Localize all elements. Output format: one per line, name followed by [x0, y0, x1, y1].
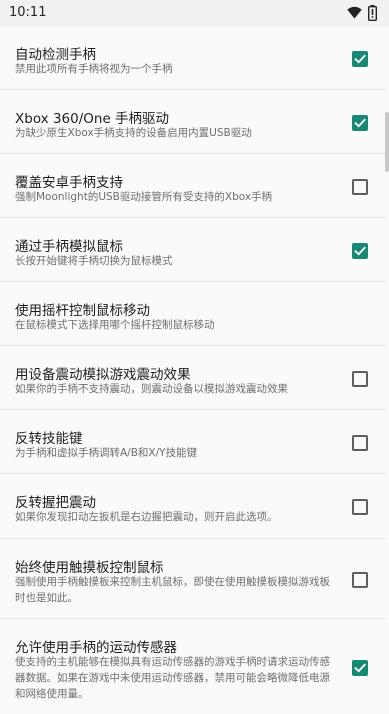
battery-icon: [368, 4, 377, 21]
setting-title: 反转握把震动: [15, 495, 96, 511]
status-bar: 10:11: [0, 0, 389, 26]
setting-summary: 长按开始键将手柄切换为鼠标模式: [15, 255, 173, 267]
setting-flip-grip-rumble[interactable]: 反转握把震动 如果你发现扣动左扳机是右边握把震动，则开启此选项。: [0, 474, 385, 539]
checkbox[interactable]: [352, 371, 368, 387]
setting-gamepad-mouse-emulation[interactable]: 通过手柄模拟鼠标 长按开始键将手柄切换为鼠标模式: [0, 218, 385, 282]
setting-title: Xbox 360/One 手柄驱动: [15, 111, 170, 127]
status-icons: [347, 4, 377, 21]
checkbox[interactable]: [352, 499, 368, 515]
checkmark-icon: [354, 118, 366, 128]
checkbox[interactable]: [352, 243, 368, 259]
setting-flip-face-buttons[interactable]: 反转技能键 为手柄和虚拟手柄调转A/B和X/Y技能键: [0, 410, 385, 474]
setting-summary: 禁用此项所有手柄将视为一个手柄: [15, 63, 173, 75]
setting-title: 反转技能键: [15, 431, 83, 447]
setting-summary: 如果你发现扣动左扳机是右边握把震动，则开启此选项。: [15, 511, 278, 523]
checkbox[interactable]: [352, 115, 368, 131]
setting-title: 用设备震动模拟游戏震动效果: [15, 367, 191, 383]
checkmark-icon: [354, 246, 366, 256]
setting-title: 覆盖安卓手柄支持: [15, 175, 123, 191]
setting-title: 始终使用触摸板控制鼠标: [15, 560, 164, 576]
setting-summary: 使支持的主机能够在模拟具有运动传感器的游戏手柄时请求运动传感器数据。如果在游戏中…: [15, 656, 330, 700]
checkbox[interactable]: [352, 435, 368, 451]
checkbox[interactable]: [352, 179, 368, 195]
setting-title: 使用摇杆控制鼠标移动: [15, 303, 150, 319]
setting-summary: 在鼠标模式下选择用哪个摇杆控制鼠标移动: [15, 319, 215, 331]
setting-stick-mouse-movement[interactable]: 使用摇杆控制鼠标移动 在鼠标模式下选择用哪个摇杆控制鼠标移动: [0, 282, 385, 346]
setting-title: 通过手柄模拟鼠标: [15, 239, 123, 255]
wifi-icon: [347, 6, 362, 19]
checkbox[interactable]: [352, 572, 368, 588]
setting-title: 允许使用手柄的运动传感器: [15, 640, 177, 656]
setting-auto-detect-gamepad[interactable]: 自动检测手柄 禁用此项所有手柄将视为一个手柄: [0, 26, 385, 90]
setting-override-android-gamepad[interactable]: 覆盖安卓手柄支持 强制Moonlight的USB驱动接管所有受支持的Xbox手柄: [0, 154, 385, 218]
setting-summary: 强制使用手柄触摸板来控制主机鼠标，即使在使用触摸板模拟游戏板时也是如此。: [15, 576, 330, 604]
scrollbar[interactable]: [385, 112, 389, 172]
setting-device-vibration[interactable]: 用设备震动模拟游戏震动效果 如果你的手柄不支持震动，则震动设备以模拟游戏震动效果: [0, 346, 385, 410]
setting-summary: 为缺少原生Xbox手柄支持的设备启用内置USB驱动: [15, 127, 252, 139]
settings-list: 自动检测手柄 禁用此项所有手柄将视为一个手柄 Xbox 360/One 手柄驱动…: [0, 26, 385, 714]
setting-summary: 如果你的手柄不支持震动，则震动设备以模拟游戏震动效果: [15, 383, 288, 395]
setting-summary: 强制Moonlight的USB驱动接管所有受支持的Xbox手柄: [15, 191, 273, 203]
setting-touchpad-mouse[interactable]: 始终使用触摸板控制鼠标 强制使用手柄触摸板来控制主机鼠标，即使在使用触摸板模拟游…: [0, 539, 385, 619]
setting-title: 自动检测手柄: [15, 47, 96, 63]
checkbox[interactable]: [352, 660, 368, 676]
checkmark-icon: [354, 663, 366, 673]
checkbox[interactable]: [352, 51, 368, 67]
status-time: 10:11: [9, 5, 47, 20]
setting-motion-sensors[interactable]: 允许使用手柄的运动传感器 使支持的主机能够在模拟具有运动传感器的游戏手柄时请求运…: [0, 619, 385, 714]
setting-summary: 为手柄和虚拟手柄调转A/B和X/Y技能键: [15, 447, 198, 459]
setting-xbox-driver[interactable]: Xbox 360/One 手柄驱动 为缺少原生Xbox手柄支持的设备启用内置US…: [0, 90, 385, 154]
checkmark-icon: [354, 54, 366, 64]
